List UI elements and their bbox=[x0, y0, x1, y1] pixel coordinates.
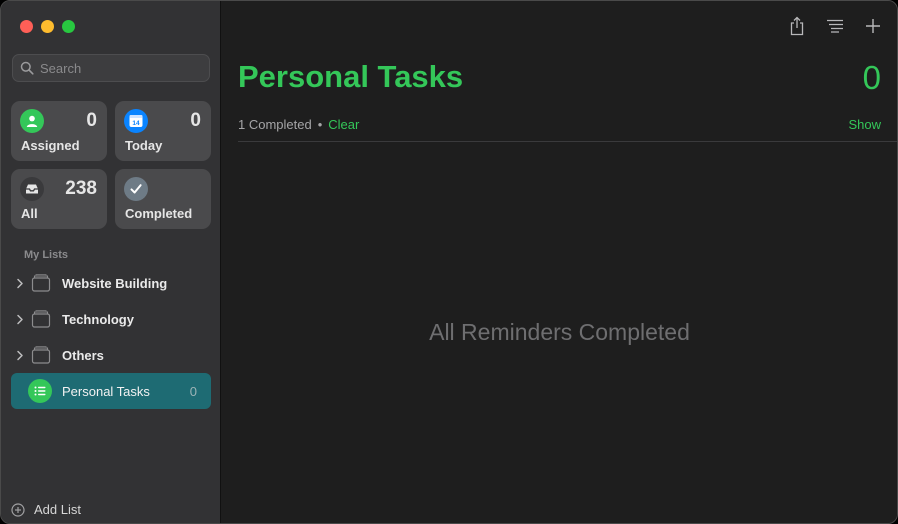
list-group-others[interactable]: Others bbox=[11, 338, 211, 372]
sidebar: 0 Assigned 14 0 Today bbox=[1, 1, 221, 523]
person-icon bbox=[20, 109, 44, 133]
chevron-right-icon[interactable] bbox=[11, 350, 29, 361]
close-window-button[interactable] bbox=[20, 20, 33, 33]
list-group-name: Website Building bbox=[62, 275, 168, 291]
completed-summary: 1 Completed • Clear Show bbox=[238, 117, 881, 133]
list-group-website-building[interactable]: Website Building bbox=[11, 266, 211, 300]
list-group-name: Others bbox=[62, 347, 104, 363]
all-count: 238 bbox=[65, 178, 97, 199]
calendar-icon: 14 bbox=[124, 109, 148, 133]
clear-button[interactable]: Clear bbox=[328, 117, 359, 132]
reminder-count: 0 bbox=[862, 59, 881, 96]
smart-list-completed[interactable]: Completed bbox=[115, 169, 211, 229]
main-content: Personal Tasks 0 1 Completed • Clear Show … bbox=[222, 1, 897, 523]
plus-icon[interactable] bbox=[863, 15, 883, 37]
today-count: 0 bbox=[190, 110, 201, 131]
empty-state-message: All Reminders Completed bbox=[429, 319, 690, 345]
toolbar bbox=[787, 15, 883, 37]
add-list-label: Add List bbox=[34, 502, 81, 517]
list-item-personal-tasks[interactable]: Personal Tasks 0 bbox=[11, 373, 211, 409]
add-list-button[interactable]: Add List bbox=[11, 502, 81, 517]
search-input[interactable] bbox=[40, 60, 200, 76]
reminders-window: 0 Assigned 14 0 Today bbox=[0, 0, 898, 524]
assigned-count: 0 bbox=[86, 110, 97, 131]
all-label: All bbox=[21, 206, 38, 221]
today-label: Today bbox=[125, 138, 163, 153]
list-group-name: Technology bbox=[62, 311, 134, 327]
group-folder-icon bbox=[31, 274, 51, 292]
svg-text:14: 14 bbox=[132, 120, 140, 127]
search-icon bbox=[20, 61, 34, 75]
chevron-right-icon[interactable] bbox=[11, 314, 29, 325]
smart-list-all[interactable]: 238 All bbox=[11, 169, 107, 229]
window-controls bbox=[20, 20, 75, 33]
assigned-label: Assigned bbox=[21, 138, 80, 153]
share-icon[interactable] bbox=[787, 15, 807, 37]
smart-list-today[interactable]: 14 0 Today bbox=[115, 101, 211, 161]
list-style-icon[interactable] bbox=[825, 15, 845, 37]
search-field[interactable] bbox=[12, 54, 210, 82]
group-folder-icon bbox=[31, 346, 51, 364]
list-name: Personal Tasks bbox=[62, 383, 150, 399]
minimize-window-button[interactable] bbox=[41, 20, 54, 33]
list-group-technology[interactable]: Technology bbox=[11, 302, 211, 336]
list-count: 0 bbox=[189, 383, 197, 399]
page-title: Personal Tasks bbox=[238, 59, 464, 94]
maximize-window-button[interactable] bbox=[62, 20, 75, 33]
chevron-right-icon[interactable] bbox=[11, 278, 29, 289]
list-bullet-icon bbox=[28, 379, 52, 403]
completed-label: Completed bbox=[125, 206, 193, 221]
divider bbox=[238, 141, 897, 142]
plus-circle-icon bbox=[11, 502, 25, 517]
group-folder-icon bbox=[31, 310, 51, 328]
separator: • bbox=[317, 117, 323, 132]
completed-text: 1 Completed bbox=[238, 117, 312, 132]
checkmark-icon bbox=[124, 177, 148, 201]
my-lists-heading: My Lists bbox=[24, 249, 69, 261]
smart-list-assigned[interactable]: 0 Assigned bbox=[11, 101, 107, 161]
tray-icon bbox=[20, 177, 44, 201]
show-completed-button[interactable]: Show bbox=[848, 117, 881, 132]
